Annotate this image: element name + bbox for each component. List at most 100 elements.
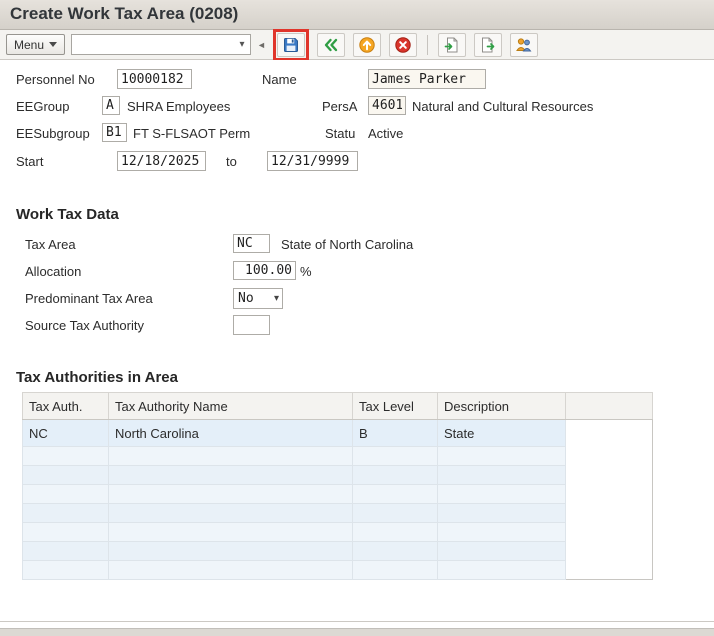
ee-subgroup-text: FT S-FLSAOT Perm: [133, 126, 250, 141]
allocation-unit: %: [300, 264, 312, 279]
pers-area-field[interactable]: [368, 96, 406, 115]
table-row-empty[interactable]: [23, 504, 653, 523]
table-cell: [109, 485, 353, 504]
allocation-label: Allocation: [25, 264, 81, 279]
menu-button[interactable]: Menu: [6, 34, 65, 55]
name-label: Name: [262, 72, 297, 87]
table-row-empty[interactable]: [23, 466, 653, 485]
table-cell: [353, 523, 438, 542]
combo-dropdown-icon[interactable]: ▾: [234, 39, 250, 50]
sap-window: Create Work Tax Area (0208) Menu ▾ ◄: [0, 0, 714, 636]
table-cell: [438, 485, 566, 504]
ee-group-text: SHRA Employees: [127, 99, 230, 114]
save-button[interactable]: [277, 33, 305, 57]
column-header[interactable]: Tax Auth.: [23, 393, 109, 420]
pers-area-text: Natural and Cultural Resources: [412, 99, 593, 114]
table-row-empty[interactable]: [23, 561, 653, 580]
tutorial-highlight-frame: [273, 29, 309, 61]
table-cell: [109, 523, 353, 542]
command-input[interactable]: [72, 35, 234, 54]
personnel-no-field[interactable]: [117, 69, 192, 89]
ee-group-label: EEGroup: [16, 99, 69, 114]
end-date-field[interactable]: [267, 151, 358, 171]
table-cell: [23, 485, 109, 504]
table-cell-blank: [566, 420, 653, 447]
table-cell: [109, 447, 353, 466]
toolbar-separator: [427, 35, 428, 55]
table-cell: B: [353, 420, 438, 447]
allocation-field[interactable]: [233, 261, 296, 280]
table-cell: [353, 561, 438, 580]
table-cell: [23, 466, 109, 485]
back-icon: [322, 36, 340, 54]
table-cell: [23, 504, 109, 523]
table-cell-blank: [566, 504, 653, 523]
save-icon: [282, 36, 300, 54]
toolbar: Menu ▾ ◄: [0, 30, 714, 60]
table-cell-blank: [566, 561, 653, 580]
tax-table-body: NCNorth CarolinaBState: [23, 420, 653, 580]
table-cell: [438, 542, 566, 561]
tax-area-field[interactable]: [233, 234, 270, 253]
exit-icon: [358, 36, 376, 54]
tax-authorities-heading: Tax Authorities in Area: [16, 369, 178, 386]
tax-table-header-row: Tax Auth.Tax Authority NameTax LevelDesc…: [23, 393, 653, 420]
personnel-no-label: Personnel No: [16, 72, 95, 87]
predominant-tax-area-select[interactable]: No ▾: [233, 288, 283, 309]
table-cell: [353, 466, 438, 485]
table-cell-blank: [566, 542, 653, 561]
table-row-empty[interactable]: [23, 542, 653, 561]
personnel-button[interactable]: [510, 33, 538, 57]
back-button[interactable]: [317, 33, 345, 57]
menu-caret-icon: [49, 42, 57, 47]
next-record-button[interactable]: [474, 33, 502, 57]
tax-area-label: Tax Area: [25, 237, 76, 252]
table-cell: [109, 466, 353, 485]
cancel-icon: [394, 36, 412, 54]
table-cell-blank: [566, 485, 653, 504]
table-cell: State: [438, 420, 566, 447]
tax-authorities-table: Tax Auth.Tax Authority NameTax LevelDesc…: [22, 392, 653, 580]
source-tax-authority-label: Source Tax Authority: [25, 318, 144, 333]
table-row-empty[interactable]: [23, 485, 653, 504]
status-label: Statu: [325, 126, 355, 141]
people-icon: [515, 36, 533, 54]
collapse-toolbar-icon[interactable]: ◄: [257, 40, 266, 50]
copy-record-button[interactable]: [438, 33, 466, 57]
ee-group-field[interactable]: [102, 96, 120, 115]
work-tax-data-heading: Work Tax Data: [16, 206, 119, 223]
command-combobox[interactable]: ▾: [71, 34, 251, 55]
predominant-tax-area-label: Predominant Tax Area: [25, 291, 153, 306]
table-cell: [353, 485, 438, 504]
document-arrow-out-icon: [479, 36, 497, 54]
table-row-empty[interactable]: [23, 523, 653, 542]
bottom-strip: [0, 628, 714, 636]
cancel-button[interactable]: [389, 33, 417, 57]
table-cell: North Carolina: [109, 420, 353, 447]
start-date-field[interactable]: [117, 151, 206, 171]
column-header[interactable]: Description: [438, 393, 566, 420]
tax-area-text: State of North Carolina: [281, 237, 413, 252]
table-row[interactable]: NCNorth CarolinaBState: [23, 420, 653, 447]
bottom-divider: [0, 621, 714, 622]
pers-area-label: PersA: [322, 99, 357, 114]
status-text: Active: [368, 126, 403, 141]
predominant-tax-area-value: No: [238, 291, 254, 306]
column-header[interactable]: Tax Level: [353, 393, 438, 420]
table-row-empty[interactable]: [23, 447, 653, 466]
source-tax-authority-field[interactable]: [233, 315, 270, 335]
table-cell: [353, 542, 438, 561]
table-cell: [23, 523, 109, 542]
column-header[interactable]: Tax Authority Name: [109, 393, 353, 420]
to-label: to: [226, 154, 237, 169]
name-field[interactable]: [368, 69, 486, 89]
table-cell-blank: [566, 523, 653, 542]
table-cell: [438, 447, 566, 466]
ee-subgroup-field[interactable]: [102, 123, 127, 142]
table-cell: NC: [23, 420, 109, 447]
table-cell: [438, 504, 566, 523]
table-cell: [438, 561, 566, 580]
exit-button[interactable]: [353, 33, 381, 57]
chevron-down-icon: ▾: [274, 293, 279, 304]
menu-button-label: Menu: [14, 38, 44, 52]
